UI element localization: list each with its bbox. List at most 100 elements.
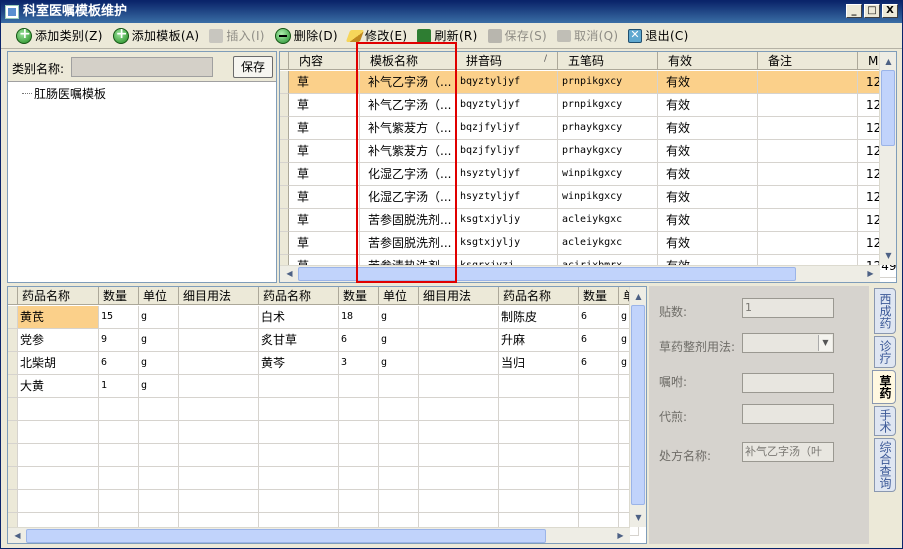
- table-cell[interactable]: [499, 398, 579, 421]
- table-cell[interactable]: [579, 421, 619, 444]
- table-cell[interactable]: 黄芪: [18, 306, 99, 329]
- table-cell[interactable]: [419, 490, 499, 513]
- edit-button[interactable]: 修改(E): [343, 25, 412, 47]
- table-cell[interactable]: [419, 306, 499, 329]
- add-category-button[interactable]: 添加类别(Z): [11, 25, 108, 47]
- vertical-scrollbar[interactable]: ▲ ▼: [879, 52, 896, 265]
- table-cell[interactable]: [339, 375, 379, 398]
- table-cell[interactable]: 有效: [658, 163, 758, 186]
- row-header[interactable]: [8, 467, 18, 490]
- tab-3[interactable]: 手术: [874, 406, 896, 436]
- tab-2[interactable]: 草药: [872, 370, 896, 404]
- table-cell[interactable]: 补气乙字汤（...: [360, 94, 456, 117]
- category-save-button[interactable]: 保存: [233, 56, 273, 78]
- table-cell[interactable]: [99, 467, 139, 490]
- order-input[interactable]: [742, 373, 834, 393]
- table-cell[interactable]: [339, 398, 379, 421]
- table-cell[interactable]: 草: [289, 163, 360, 186]
- table-cell[interactable]: [339, 467, 379, 490]
- table-cell[interactable]: 6: [579, 352, 619, 375]
- table-cell[interactable]: [179, 444, 259, 467]
- table-cell[interactable]: [758, 163, 858, 186]
- table-cell[interactable]: [579, 490, 619, 513]
- row-header[interactable]: [8, 444, 18, 467]
- scroll-right-icon[interactable]: ▶: [863, 266, 878, 281]
- row-header[interactable]: [8, 421, 18, 444]
- scroll-right-icon[interactable]: ▶: [613, 528, 628, 543]
- table-cell[interactable]: 草: [289, 232, 360, 255]
- chevron-down-icon[interactable]: ▼: [818, 335, 832, 351]
- table-cell[interactable]: prnpikgxcy: [558, 94, 658, 117]
- table-cell[interactable]: [499, 375, 579, 398]
- table-cell[interactable]: [419, 375, 499, 398]
- table-cell[interactable]: 18: [339, 306, 379, 329]
- table-cell[interactable]: 补气紫茇方（...: [360, 140, 456, 163]
- table-cell[interactable]: g: [139, 306, 179, 329]
- column-header[interactable]: 单位: [379, 287, 419, 305]
- table-cell[interactable]: 1: [99, 375, 139, 398]
- table-cell[interactable]: [179, 352, 259, 375]
- table-cell[interactable]: [419, 329, 499, 352]
- row-header[interactable]: [8, 398, 18, 421]
- table-cell[interactable]: 苦参固脱洗剂...: [360, 232, 456, 255]
- table-cell[interactable]: 苦参固脱洗剂...: [360, 209, 456, 232]
- table-cell[interactable]: g: [379, 306, 419, 329]
- table-cell[interactable]: [139, 490, 179, 513]
- table-cell[interactable]: 草: [289, 186, 360, 209]
- column-header[interactable]: 细目用法: [179, 287, 259, 305]
- table-cell[interactable]: 有效: [658, 140, 758, 163]
- table-cell[interactable]: [379, 421, 419, 444]
- table-cell[interactable]: [259, 398, 339, 421]
- table-cell[interactable]: [259, 375, 339, 398]
- table-cell[interactable]: 化湿乙字汤（...: [360, 186, 456, 209]
- table-cell[interactable]: [179, 398, 259, 421]
- delete-button[interactable]: 删除(D): [270, 25, 343, 47]
- row-header[interactable]: [8, 352, 18, 375]
- column-header[interactable]: 拼音码: [456, 52, 558, 70]
- table-cell[interactable]: 补气乙字汤（...: [360, 71, 456, 94]
- scroll-thumb[interactable]: [631, 305, 645, 505]
- table-cell[interactable]: acleiykgxc: [558, 232, 658, 255]
- table-cell[interactable]: 升麻: [499, 329, 579, 352]
- scroll-up-icon[interactable]: ▲: [631, 289, 646, 304]
- table-cell[interactable]: [18, 467, 99, 490]
- table-cell[interactable]: [758, 71, 858, 94]
- table-cell[interactable]: [259, 421, 339, 444]
- table-cell[interactable]: [179, 306, 259, 329]
- column-header[interactable]: 细目用法: [419, 287, 499, 305]
- table-cell[interactable]: [499, 467, 579, 490]
- table-cell[interactable]: 6: [339, 329, 379, 352]
- column-header[interactable]: 药品名称: [499, 287, 579, 305]
- table-cell[interactable]: [179, 375, 259, 398]
- table-cell[interactable]: [99, 421, 139, 444]
- row-header[interactable]: [8, 306, 18, 329]
- table-row[interactable]: 草化湿乙字汤（...hsyztyljyfwinpikgxcy有效1249: [280, 163, 896, 186]
- table-row[interactable]: 草苦参固脱洗剂...ksgtxjyljyacleiykgxc有效1248: [280, 232, 896, 255]
- table-cell[interactable]: winpikgxcy: [558, 163, 658, 186]
- table-cell[interactable]: 草: [289, 209, 360, 232]
- table-cell[interactable]: ksgtxjyljy: [456, 209, 558, 232]
- table-cell[interactable]: [139, 421, 179, 444]
- table-cell[interactable]: 草: [289, 117, 360, 140]
- tie-input[interactable]: 1: [742, 298, 834, 318]
- column-header[interactable]: 数量: [339, 287, 379, 305]
- table-row[interactable]: 草苦参固脱洗剂...ksgtxjyljyacleiykgxc有效1248: [280, 209, 896, 232]
- table-cell[interactable]: g: [379, 352, 419, 375]
- category-name-input[interactable]: [71, 57, 213, 77]
- table-cell[interactable]: g: [139, 329, 179, 352]
- table-cell[interactable]: 白术: [259, 306, 339, 329]
- table-cell[interactable]: [758, 94, 858, 117]
- add-template-button[interactable]: 添加模板(A): [108, 25, 205, 47]
- scroll-thumb[interactable]: [26, 529, 546, 543]
- table-cell[interactable]: 北柴胡: [18, 352, 99, 375]
- horizontal-scrollbar[interactable]: ◀ ▶: [280, 265, 880, 282]
- table-cell[interactable]: [579, 375, 619, 398]
- row-header[interactable]: [280, 186, 289, 209]
- table-row[interactable]: 草补气乙字汤（...bqyztyljyfprnpikgxcy有效1249: [280, 94, 896, 117]
- table-cell[interactable]: [419, 467, 499, 490]
- column-header[interactable]: 模板名称: [360, 52, 456, 70]
- table-cell[interactable]: [139, 444, 179, 467]
- insert-button[interactable]: 插入(I): [204, 25, 269, 47]
- scroll-down-icon[interactable]: ▼: [631, 510, 646, 525]
- table-cell[interactable]: acleiykgxc: [558, 209, 658, 232]
